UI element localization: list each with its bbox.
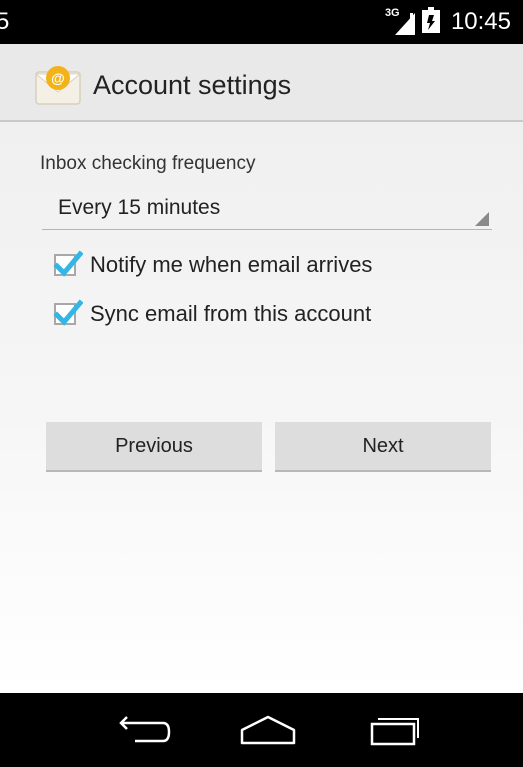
sync-label: Sync email from this account <box>90 301 372 326</box>
status-notification-text: 5 <box>0 8 10 35</box>
frequency-value: Every 15 minutes <box>58 196 221 219</box>
page-title: Account settings <box>93 70 292 100</box>
previous-button[interactable]: Previous <box>46 422 262 472</box>
signal-icon: 3G <box>384 7 415 35</box>
navigation-bar <box>0 693 523 767</box>
svg-text:@: @ <box>51 70 65 86</box>
next-button[interactable]: Next <box>275 422 491 472</box>
notify-label: Notify me when email arrives <box>90 252 373 277</box>
status-clock: 10:45 <box>450 8 511 35</box>
recent-apps-icon[interactable] <box>362 710 422 750</box>
frequency-dropdown[interactable]: Every 15 minutes <box>42 186 492 230</box>
action-bar: @ Account settings <box>0 44 523 122</box>
sync-option[interactable]: Sync email from this account <box>50 297 371 331</box>
email-app-icon[interactable]: @ <box>34 64 82 106</box>
network-type-label: 3G <box>384 7 400 19</box>
status-icons: 3G 10:45 <box>384 6 511 38</box>
notify-option[interactable]: Notify me when email arrives <box>50 248 372 282</box>
battery-icon <box>421 6 441 38</box>
checkmark-icon <box>53 250 83 277</box>
settings-content: Inbox checking frequency Every 15 minute… <box>0 122 523 693</box>
notify-checkbox[interactable] <box>53 250 83 277</box>
sync-checkbox[interactable] <box>53 299 83 326</box>
back-icon[interactable] <box>111 710 171 750</box>
frequency-label: Inbox checking frequency <box>40 153 256 174</box>
status-bar: 5 3G 10:45 <box>0 0 523 44</box>
home-icon[interactable] <box>238 710 298 750</box>
checkmark-icon <box>53 299 83 326</box>
dropdown-arrow-icon <box>475 212 489 226</box>
